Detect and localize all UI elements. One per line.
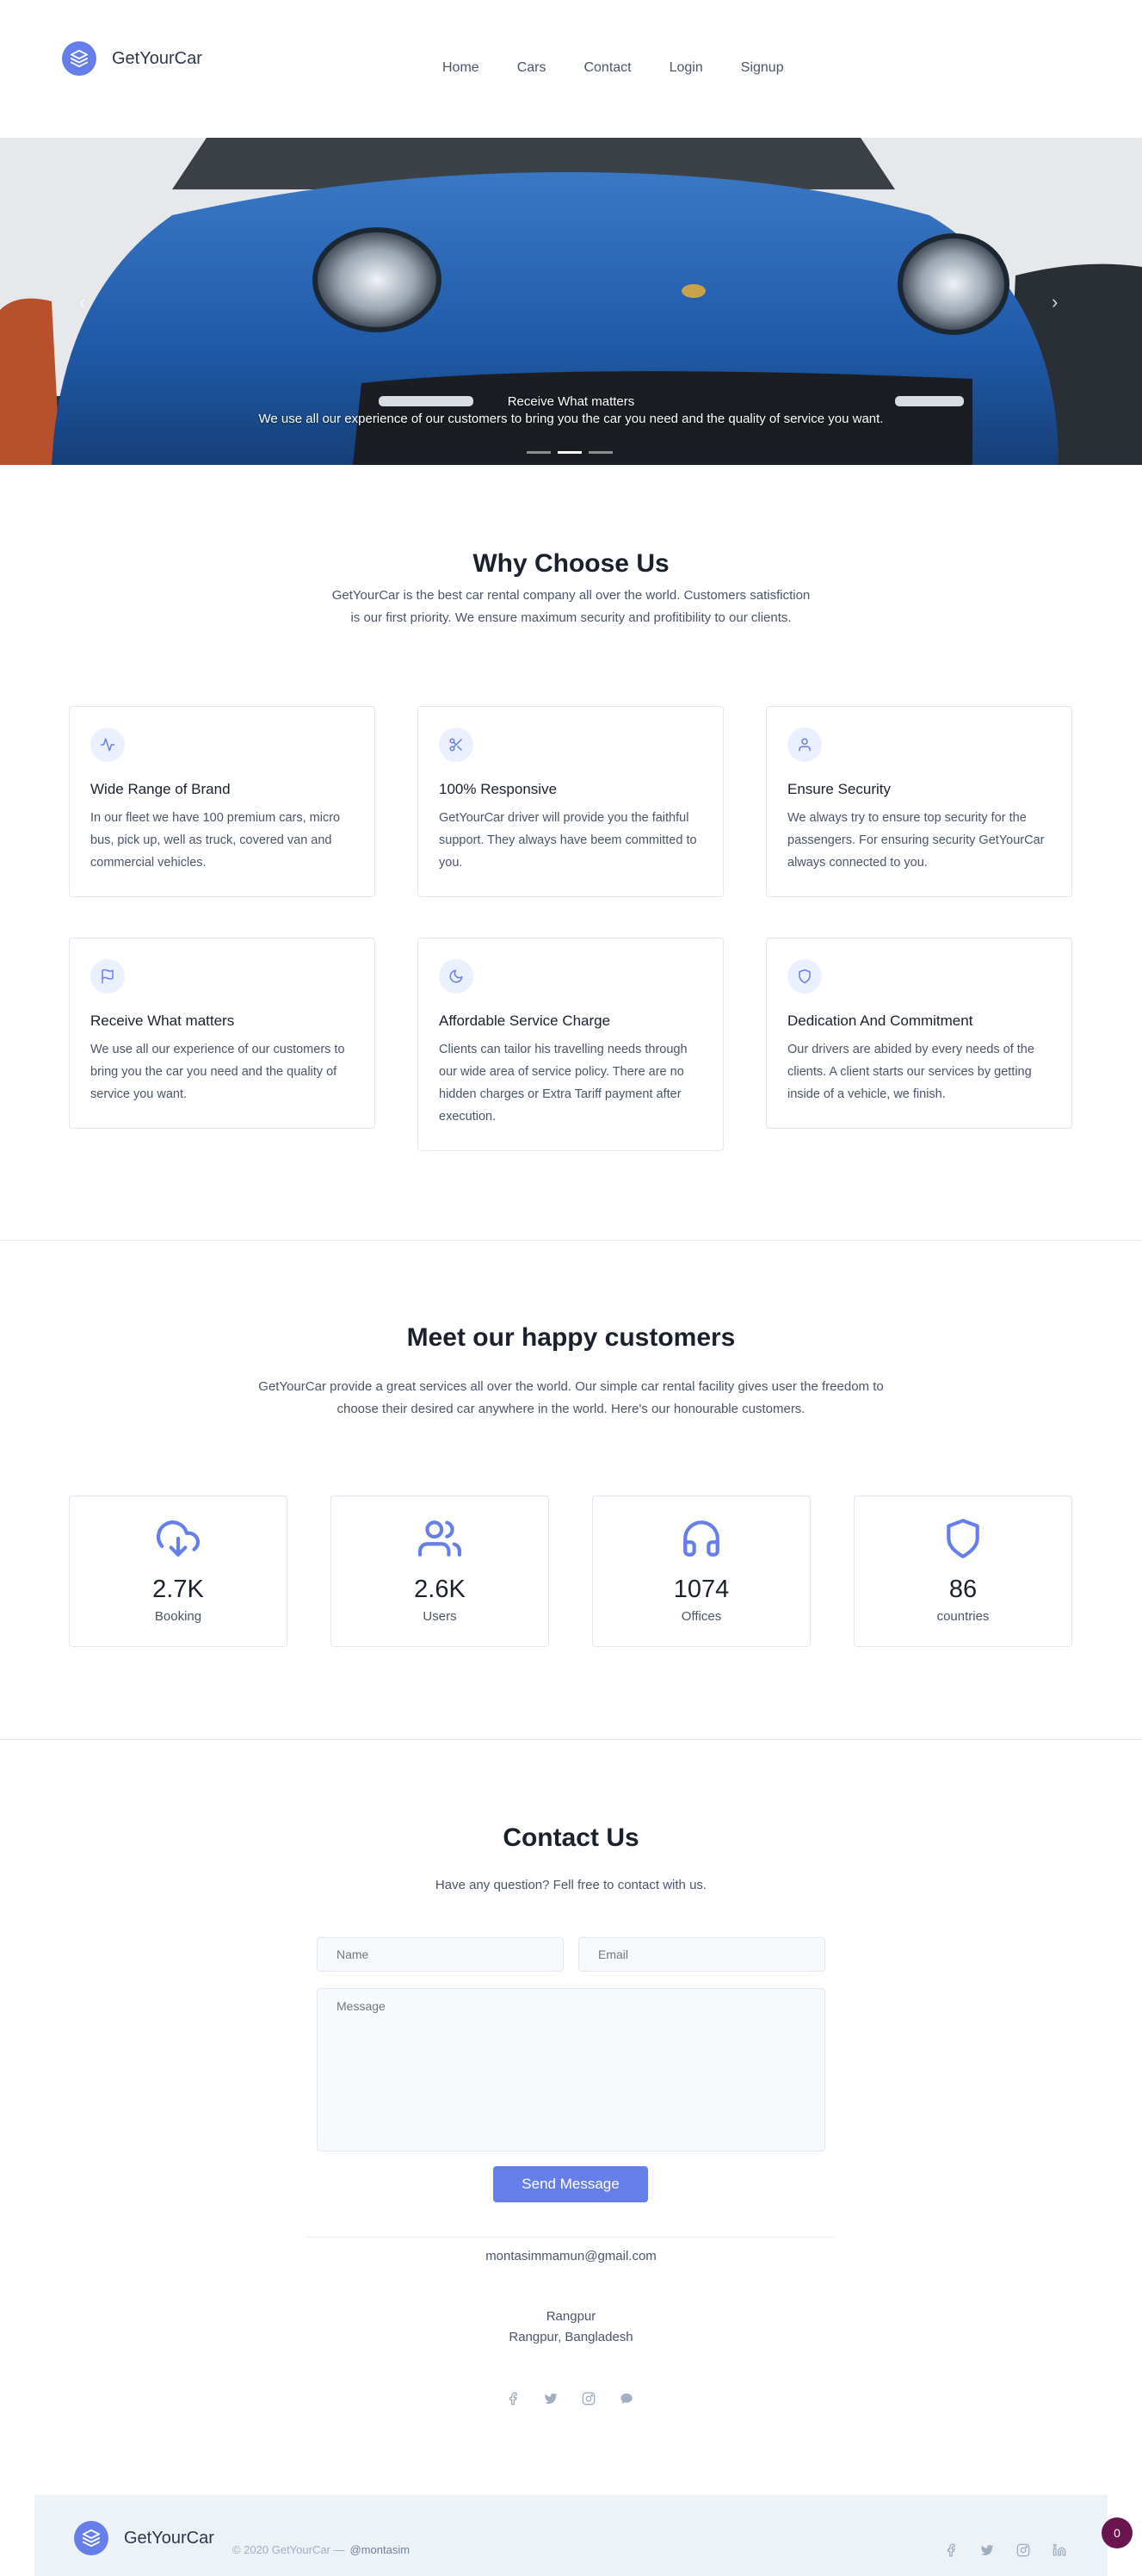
contact-title: Contact Us	[503, 1824, 639, 1852]
nav-signup[interactable]: Signup	[741, 60, 784, 76]
headphones-icon	[593, 1517, 810, 1560]
download-cloud-icon	[70, 1517, 287, 1560]
contact-email[interactable]: montasimmamun@gmail.com	[0, 2249, 1142, 2263]
footer-social-links	[942, 2542, 1068, 2559]
feature-text: In our fleet we have 100 premium cars, m…	[90, 811, 341, 870]
customers-subtitle-line2: choose their desired car anywhere in the…	[336, 1402, 806, 1416]
contact-city: Rangpur	[546, 2309, 596, 2324]
stat-label: Users	[423, 1609, 457, 1624]
facebook-icon[interactable]	[504, 2390, 522, 2407]
message-field[interactable]	[317, 1988, 825, 2152]
nav-login[interactable]: Login	[670, 60, 703, 76]
why-subtitle-line1: GetYourCar is the best car rental compan…	[331, 588, 811, 603]
layers-icon	[62, 41, 96, 76]
contact-divider	[306, 2237, 836, 2238]
footer-copyright: © 2020 GetYourCar — @montasim	[232, 2543, 410, 2556]
feature-card: Ensure Security We always try to ensure …	[766, 706, 1072, 897]
section-divider	[0, 1739, 1142, 1740]
section-divider	[0, 1240, 1142, 1241]
layers-icon	[74, 2521, 108, 2555]
feature-title: Ensure Security	[787, 781, 891, 797]
carousel-indicator-3[interactable]	[589, 451, 613, 454]
send-message-button[interactable]: Send Message	[493, 2166, 648, 2202]
stat-card: 2.7K Booking	[69, 1495, 287, 1647]
brand-name: GetYourCar	[112, 48, 202, 68]
carousel-next-icon[interactable]: ›	[1052, 291, 1058, 313]
contact-address: Rangpur, Bangladesh	[509, 2330, 633, 2344]
customers-subtitle-line1: GetYourCar provide a great services all …	[258, 1379, 884, 1394]
why-subtitle: GetYourCar is the best car rental compan…	[0, 585, 1142, 629]
chat-icon[interactable]	[618, 2390, 635, 2407]
scissors-icon	[439, 728, 473, 762]
stat-value: 1074	[673, 1576, 730, 1603]
carousel-indicator-2[interactable]	[558, 451, 582, 454]
feature-text: We always try to ensure top security for…	[787, 811, 1045, 870]
stat-value: 2.7K	[152, 1576, 204, 1603]
hero-carousel: ‹ › Receive What matters We use all our …	[0, 138, 1142, 465]
activity-icon	[90, 728, 125, 762]
feature-text: GetYourCar driver will provide you the f…	[439, 811, 697, 870]
customers-title: Meet our happy customers	[406, 1323, 736, 1352]
stat-value: 2.6K	[414, 1576, 466, 1603]
contact-subtitle: Have any question? Fell free to contact …	[435, 1878, 707, 1892]
notification-badge[interactable]: 0	[1102, 2517, 1133, 2548]
feature-card: Wide Range of Brand In our fleet we have…	[69, 706, 375, 897]
feature-title: 100% Responsive	[439, 781, 558, 797]
name-field[interactable]	[317, 1937, 564, 1972]
stat-card: 86 countries	[854, 1495, 1072, 1647]
brand[interactable]: GetYourCar	[62, 41, 202, 76]
feature-card: Affordable Service Charge Clients can ta…	[417, 938, 724, 1151]
feature-text: We use all our experience of our custome…	[90, 1043, 345, 1101]
stat-label: countries	[936, 1609, 990, 1624]
feature-title: Dedication And Commitment	[787, 1012, 973, 1029]
instagram-icon[interactable]	[580, 2390, 597, 2407]
stat-value: 86	[948, 1576, 978, 1603]
linkedin-icon[interactable]	[1051, 2542, 1068, 2559]
footer-brand[interactable]: GetYourCar	[74, 2521, 214, 2555]
customers-subtitle: GetYourCar provide a great services all …	[0, 1376, 1142, 1421]
stat-label: Booking	[154, 1609, 202, 1624]
nav-contact[interactable]: Contact	[583, 60, 631, 76]
stat-card: 2.6K Users	[330, 1495, 549, 1647]
flag-icon	[90, 959, 125, 994]
email-field[interactable]	[578, 1937, 825, 1972]
hero-title: Receive What matters	[507, 394, 635, 409]
stat-label: Offices	[681, 1609, 722, 1624]
feature-title: Affordable Service Charge	[439, 1012, 611, 1029]
facebook-icon[interactable]	[942, 2542, 960, 2559]
twitter-icon[interactable]	[978, 2542, 996, 2559]
copyright-text: © 2020 GetYourCar —	[232, 2543, 345, 2556]
feature-title: Wide Range of Brand	[90, 781, 231, 797]
feature-card: Dedication And Commitment Our drivers ar…	[766, 938, 1072, 1129]
instagram-icon[interactable]	[1015, 2542, 1032, 2559]
site-header: GetYourCar Home Cars Contact Login Signu…	[0, 0, 1142, 138]
feature-card: Receive What matters We use all our expe…	[69, 938, 375, 1129]
carousel-indicator-1[interactable]	[527, 451, 551, 454]
nav-home[interactable]: Home	[442, 60, 479, 76]
why-subtitle-line2: is our first priority. We ensure maximum…	[350, 610, 792, 625]
hero-text: We use all our experience of our custome…	[258, 412, 884, 426]
feature-title: Receive What matters	[90, 1012, 235, 1029]
shield-icon	[787, 959, 822, 994]
nav-cars[interactable]: Cars	[517, 60, 546, 76]
author-handle-link[interactable]: @montasim	[350, 2543, 411, 2556]
stat-card: 1074 Offices	[592, 1495, 811, 1647]
twitter-icon[interactable]	[542, 2390, 559, 2407]
feature-text: Our drivers are abided by every needs of…	[787, 1043, 1034, 1101]
main-nav: Home Cars Contact Login Signup	[442, 60, 822, 76]
feature-card: 100% Responsive GetYourCar driver will p…	[417, 706, 724, 897]
moon-icon	[439, 959, 473, 994]
user-icon	[787, 728, 822, 762]
users-icon	[331, 1517, 548, 1560]
footer-brand-name: GetYourCar	[124, 2528, 214, 2548]
feature-text: Clients can tailor his travelling needs …	[439, 1043, 688, 1124]
site-footer: GetYourCar © 2020 GetYourCar — @montasim	[34, 2495, 1108, 2576]
carousel-prev-icon[interactable]: ‹	[79, 291, 85, 313]
shield-icon	[855, 1517, 1071, 1560]
contact-social-links	[504, 2390, 635, 2407]
why-title: Why Choose Us	[472, 549, 670, 578]
carousel-indicators	[527, 451, 613, 454]
